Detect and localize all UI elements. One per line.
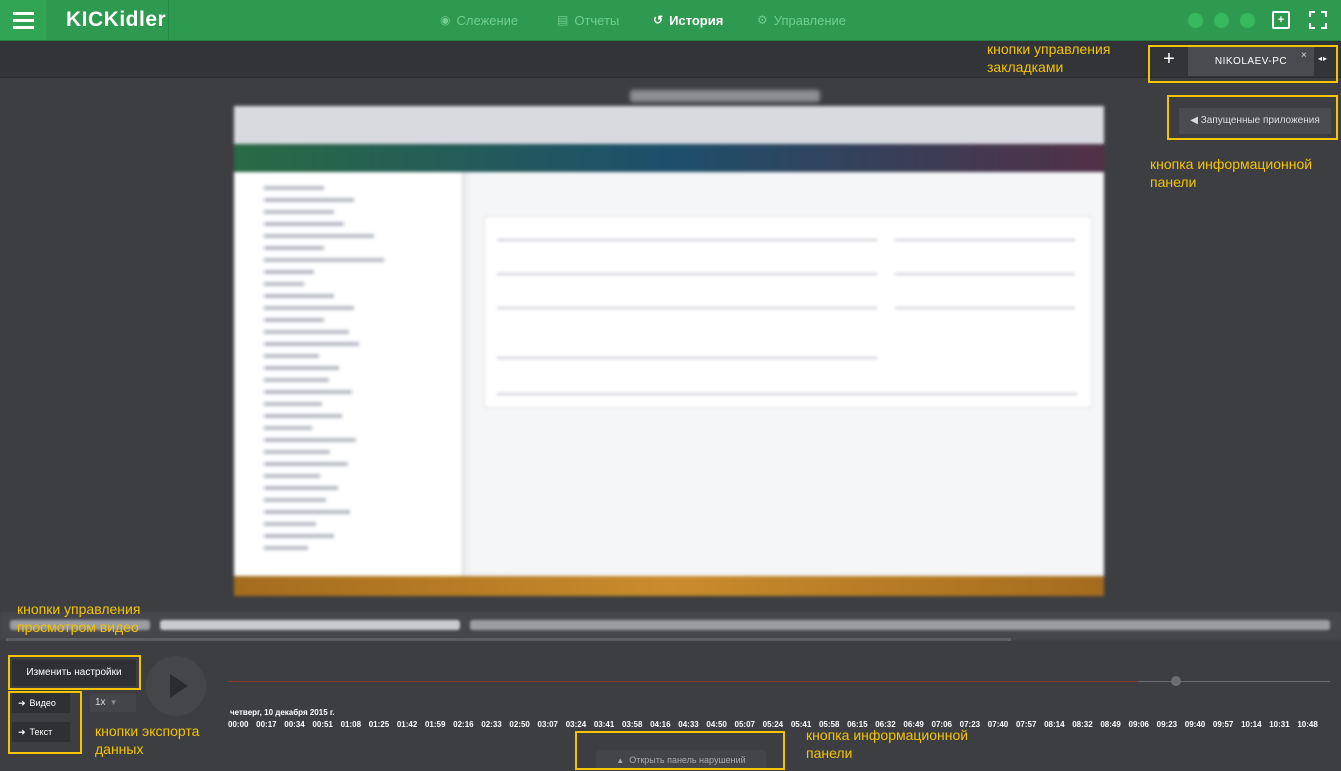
- browser-form: [484, 216, 1092, 408]
- timeline-tick: 09:06: [1128, 720, 1149, 729]
- timeline-tick: 08:49: [1100, 720, 1121, 729]
- highlight-export: [8, 691, 82, 754]
- timeline-tick: 09:23: [1156, 720, 1178, 729]
- annotation-info-panel-bottom: кнопка информационной панели: [806, 727, 969, 761]
- timeline-remaining[interactable]: [1138, 681, 1330, 682]
- play-button[interactable]: [146, 656, 206, 716]
- timeline-tick: 02:16: [453, 720, 474, 729]
- highlight-settings: [8, 655, 141, 690]
- timeline-ticks: 00:00 00:17 00:34 00:51 01:08 01:25 01:42 01:59…: [228, 720, 1318, 729]
- browser-sidebar: [234, 172, 464, 576]
- nav-management-label: Управление: [773, 12, 847, 28]
- timeline-tick: 08:14: [1044, 720, 1065, 729]
- timeline-tick: 09:57: [1212, 720, 1234, 729]
- highlight-tab-controls: [1148, 45, 1338, 83]
- annotation-tab-controls: кнопки управления закладками: [987, 41, 1111, 75]
- history-icon: ↺: [653, 13, 664, 27]
- nav-reports-label: Отчеты: [574, 12, 620, 28]
- browser-app-header: [234, 144, 1104, 172]
- top-bar: KICKidler ◉ Слежение ▤ Отчеты ↺ История …: [0, 0, 1341, 41]
- timeline-tick: 09:40: [1184, 720, 1206, 729]
- timeline-tick: 03:07: [537, 720, 559, 729]
- document-icon: ▤: [557, 13, 569, 27]
- browser-chrome: [234, 106, 1104, 144]
- timeline-tick: 04:16: [650, 720, 671, 729]
- status-dot[interactable]: [1239, 12, 1256, 29]
- timeline-tick: 02:33: [481, 720, 502, 729]
- nav-tracking[interactable]: ◉ Слежение: [440, 0, 518, 40]
- speed-select[interactable]: 1x ▼: [90, 694, 136, 712]
- timeline-tick: 01:25: [368, 720, 390, 729]
- annotation-video-controls: кнопки управления просмотром видео: [17, 601, 141, 635]
- fullscreen-button[interactable]: [1302, 0, 1334, 40]
- annotation-info-panel-top: кнопка информационной панели: [1150, 156, 1313, 190]
- nav-management[interactable]: ⚙ Управление: [757, 0, 846, 40]
- timeline-tick: 07:40: [987, 720, 1009, 729]
- timeline-tick: 01:42: [396, 720, 418, 729]
- caption-progress: [6, 638, 1011, 641]
- eye-icon: ◉: [440, 13, 451, 27]
- timeline-tick: 00:00: [228, 720, 249, 729]
- recorded-screen: [234, 106, 1104, 596]
- timeline-tick: 08:32: [1072, 720, 1093, 729]
- highlight-violations: [575, 731, 785, 770]
- timeline-tick: 10:31: [1269, 720, 1290, 729]
- fullscreen-icon: [1309, 11, 1327, 29]
- timeline-tick: 05:24: [762, 720, 784, 729]
- timeline-tick: 03:41: [593, 720, 615, 729]
- timeline-tick: 05:07: [734, 720, 755, 729]
- status-dot[interactable]: [1187, 12, 1204, 29]
- timeline-handle[interactable]: [1171, 676, 1181, 686]
- timeline-tick: 07:57: [1015, 720, 1037, 729]
- timeline-tick: 02:50: [509, 720, 530, 729]
- windows-taskbar: [234, 576, 1104, 596]
- timeline-tick: 01:59: [424, 720, 446, 729]
- timeline-tick: 00:34: [284, 720, 305, 729]
- keystroke-caption-strip: [0, 612, 1341, 640]
- timeline-played[interactable]: [228, 681, 1138, 682]
- timeline-tick: 00:17: [256, 720, 277, 729]
- nav-reports[interactable]: ▤ Отчеты: [557, 0, 619, 40]
- logo-area: KICKidler: [46, 0, 169, 40]
- menu-icon[interactable]: [0, 0, 46, 40]
- timeline-tick: 04:50: [706, 720, 727, 729]
- add-window-icon: +: [1272, 11, 1290, 29]
- screen-title: [630, 90, 820, 102]
- timeline-tick: 03:24: [565, 720, 587, 729]
- timeline-tick: 00:51: [312, 720, 333, 729]
- timeline-date: четверг, 10 декабря 2015 г.: [230, 708, 335, 717]
- highlight-running-apps: [1167, 95, 1338, 140]
- timeline-tick: 04:33: [678, 720, 699, 729]
- timeline-tick: 01:08: [340, 720, 362, 729]
- timeline-tick: 10:14: [1241, 720, 1262, 729]
- nav-tracking-label: Слежение: [456, 12, 519, 28]
- timeline-tick: 03:58: [621, 720, 643, 729]
- gear-icon: ⚙: [757, 13, 768, 27]
- timeline-tick: 10:48: [1297, 720, 1318, 729]
- annotation-export-controls: кнопки экспорта данных: [95, 723, 200, 757]
- nav-history[interactable]: ↺ История: [653, 0, 723, 40]
- chevron-down-icon: ▼: [109, 698, 118, 707]
- tab-bar: [0, 41, 1341, 78]
- status-dot[interactable]: [1213, 12, 1230, 29]
- play-icon: [170, 674, 188, 698]
- app-logo: KICKidler: [66, 8, 167, 31]
- new-tab-button[interactable]: +: [1265, 0, 1297, 40]
- nav-history-label: История: [669, 12, 724, 28]
